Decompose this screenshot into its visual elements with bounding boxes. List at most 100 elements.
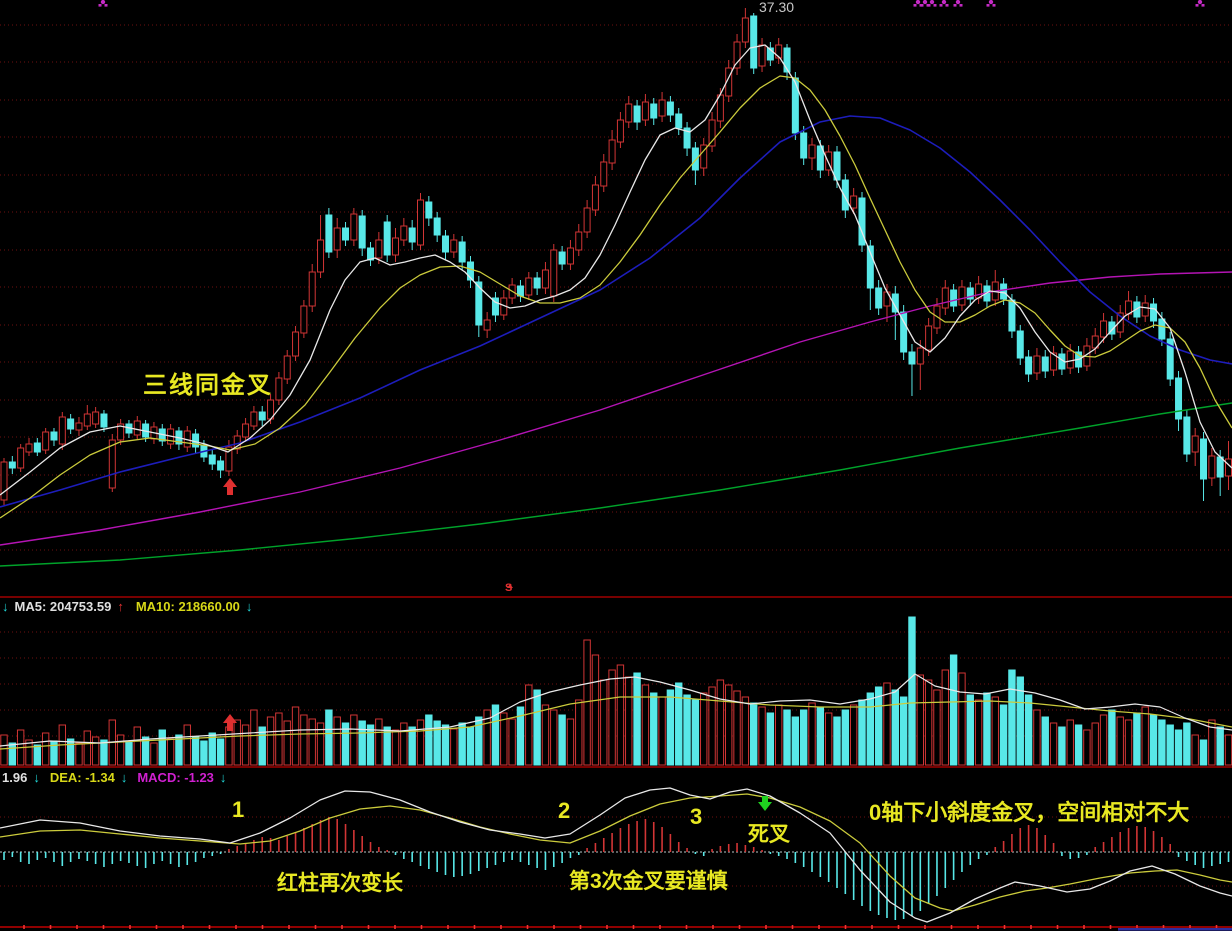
volume-bar-up	[267, 717, 273, 765]
candle-down	[559, 252, 565, 264]
volume-ma10-value: MA10: 218660.00	[136, 599, 240, 614]
candle-down	[1159, 319, 1165, 339]
volume-bar-up	[701, 693, 707, 765]
volume-bar-down	[1150, 715, 1156, 765]
top-signal-marker	[921, 4, 924, 7]
top-signal-marker	[942, 0, 946, 4]
candle-up	[351, 214, 357, 240]
candle-down	[259, 412, 265, 420]
candle-up	[626, 104, 632, 122]
volume-bar-up	[917, 675, 923, 765]
candle-up	[917, 348, 923, 364]
volume-bar-up	[167, 739, 173, 765]
volume-bar-up	[759, 707, 765, 765]
candle-down	[951, 290, 957, 306]
volume-bar-up	[567, 719, 573, 765]
volume-bar-up	[617, 665, 623, 765]
volume-bar-down	[159, 730, 165, 765]
volume-bar-down	[817, 707, 823, 765]
candle-down	[68, 419, 74, 429]
macd-dea-down-arrow-icon: ↓	[121, 770, 128, 785]
volume-bar-up	[551, 710, 557, 765]
chart-canvas[interactable]	[0, 0, 1232, 931]
top-signal-marker	[946, 4, 949, 7]
volume-bar-down	[217, 739, 223, 765]
macd-indicator-header: 1.96 ↓ DEA: -1.34 ↓ MACD: -1.23 ↓	[2, 770, 226, 785]
ma10-yellow-line	[0, 76, 1232, 518]
macd-dif-value: 1.96	[2, 770, 27, 785]
top-signal-marker	[930, 0, 934, 4]
candle-down	[459, 242, 465, 262]
volume-bar-down	[950, 655, 956, 765]
volume-bar-up	[134, 727, 140, 765]
annotation-below-zero-cross: 0轴下小斜度金叉，空间相对不大	[869, 795, 1189, 827]
volume-bar-down	[1025, 695, 1031, 765]
volume-bar-down	[984, 693, 990, 765]
top-signal-marker	[105, 4, 108, 7]
macd-dif-down-arrow-icon: ↓	[33, 770, 40, 785]
volume-bar-down	[9, 743, 15, 765]
volume-bar-down	[1200, 740, 1206, 765]
volume-bar-down	[1184, 723, 1190, 765]
candle-up	[251, 412, 257, 426]
volume-bar-up	[809, 703, 815, 765]
candle-down	[34, 443, 40, 452]
volume-bar-up	[601, 680, 607, 765]
candle-up	[759, 45, 765, 66]
volume-bar-down	[192, 737, 198, 765]
volume-bar-down	[1134, 713, 1140, 765]
volume-bar-down	[51, 741, 57, 765]
candle-down	[534, 278, 540, 288]
volume-bar-up	[975, 700, 981, 765]
candle-up	[334, 228, 340, 250]
top-signal-marker	[916, 0, 920, 4]
volume-bar-up	[526, 685, 532, 765]
volume-bar-down	[1042, 717, 1048, 765]
volume-bar-up	[1034, 710, 1040, 765]
candle-up	[301, 306, 307, 333]
volume-bar-up	[251, 710, 257, 765]
candle-up	[293, 332, 299, 356]
candle-up	[526, 278, 532, 295]
volume-bar-down	[900, 697, 906, 765]
candle-up	[393, 238, 399, 255]
volume-bar-down	[792, 717, 798, 765]
candle-up	[959, 287, 965, 305]
volume-bar-down	[126, 741, 132, 765]
volume-bar-down	[467, 727, 473, 765]
volume-bar-down	[967, 695, 973, 765]
volume-bar-up	[42, 733, 48, 765]
candle-down	[1201, 439, 1207, 479]
volume-bar-up	[334, 717, 340, 765]
volume-bar-down	[1109, 710, 1115, 765]
candle-down	[651, 104, 657, 118]
volume-bar-down	[1000, 705, 1006, 765]
candle-up	[592, 185, 598, 210]
top-signal-marker	[923, 0, 927, 4]
volume-bar-down	[692, 700, 698, 765]
candle-up	[284, 356, 290, 379]
volume-bar-up	[309, 719, 315, 765]
top-signal-marker	[1196, 4, 1199, 7]
volume-bar-down	[834, 717, 840, 765]
volume-bar-up	[609, 670, 615, 765]
volume-bar-down	[767, 713, 773, 765]
volume-bar-up	[76, 743, 82, 765]
volume-bar-down	[651, 693, 657, 765]
volume-bar-up	[1192, 735, 1198, 765]
volume-bar-down	[676, 683, 682, 765]
candle-down	[51, 432, 57, 440]
candle-up	[59, 417, 65, 444]
ma-green-line	[0, 403, 1232, 566]
candle-up	[318, 240, 324, 272]
volume-bar-down	[559, 715, 565, 765]
volume-bar-up	[626, 677, 632, 765]
annotation-death-cross: 死叉	[748, 818, 790, 848]
annotation-third-cross-caution: 第3次金叉要谨慎	[569, 865, 728, 895]
annotation-red-bars-longer: 红柱再次变长	[277, 867, 403, 897]
volume-bar-up	[542, 705, 548, 765]
annotation-triple-golden-cross: 三线同金叉	[143, 365, 273, 400]
candle-up	[609, 140, 615, 163]
top-signal-marker	[956, 0, 960, 4]
volume-bar-up	[850, 705, 856, 765]
